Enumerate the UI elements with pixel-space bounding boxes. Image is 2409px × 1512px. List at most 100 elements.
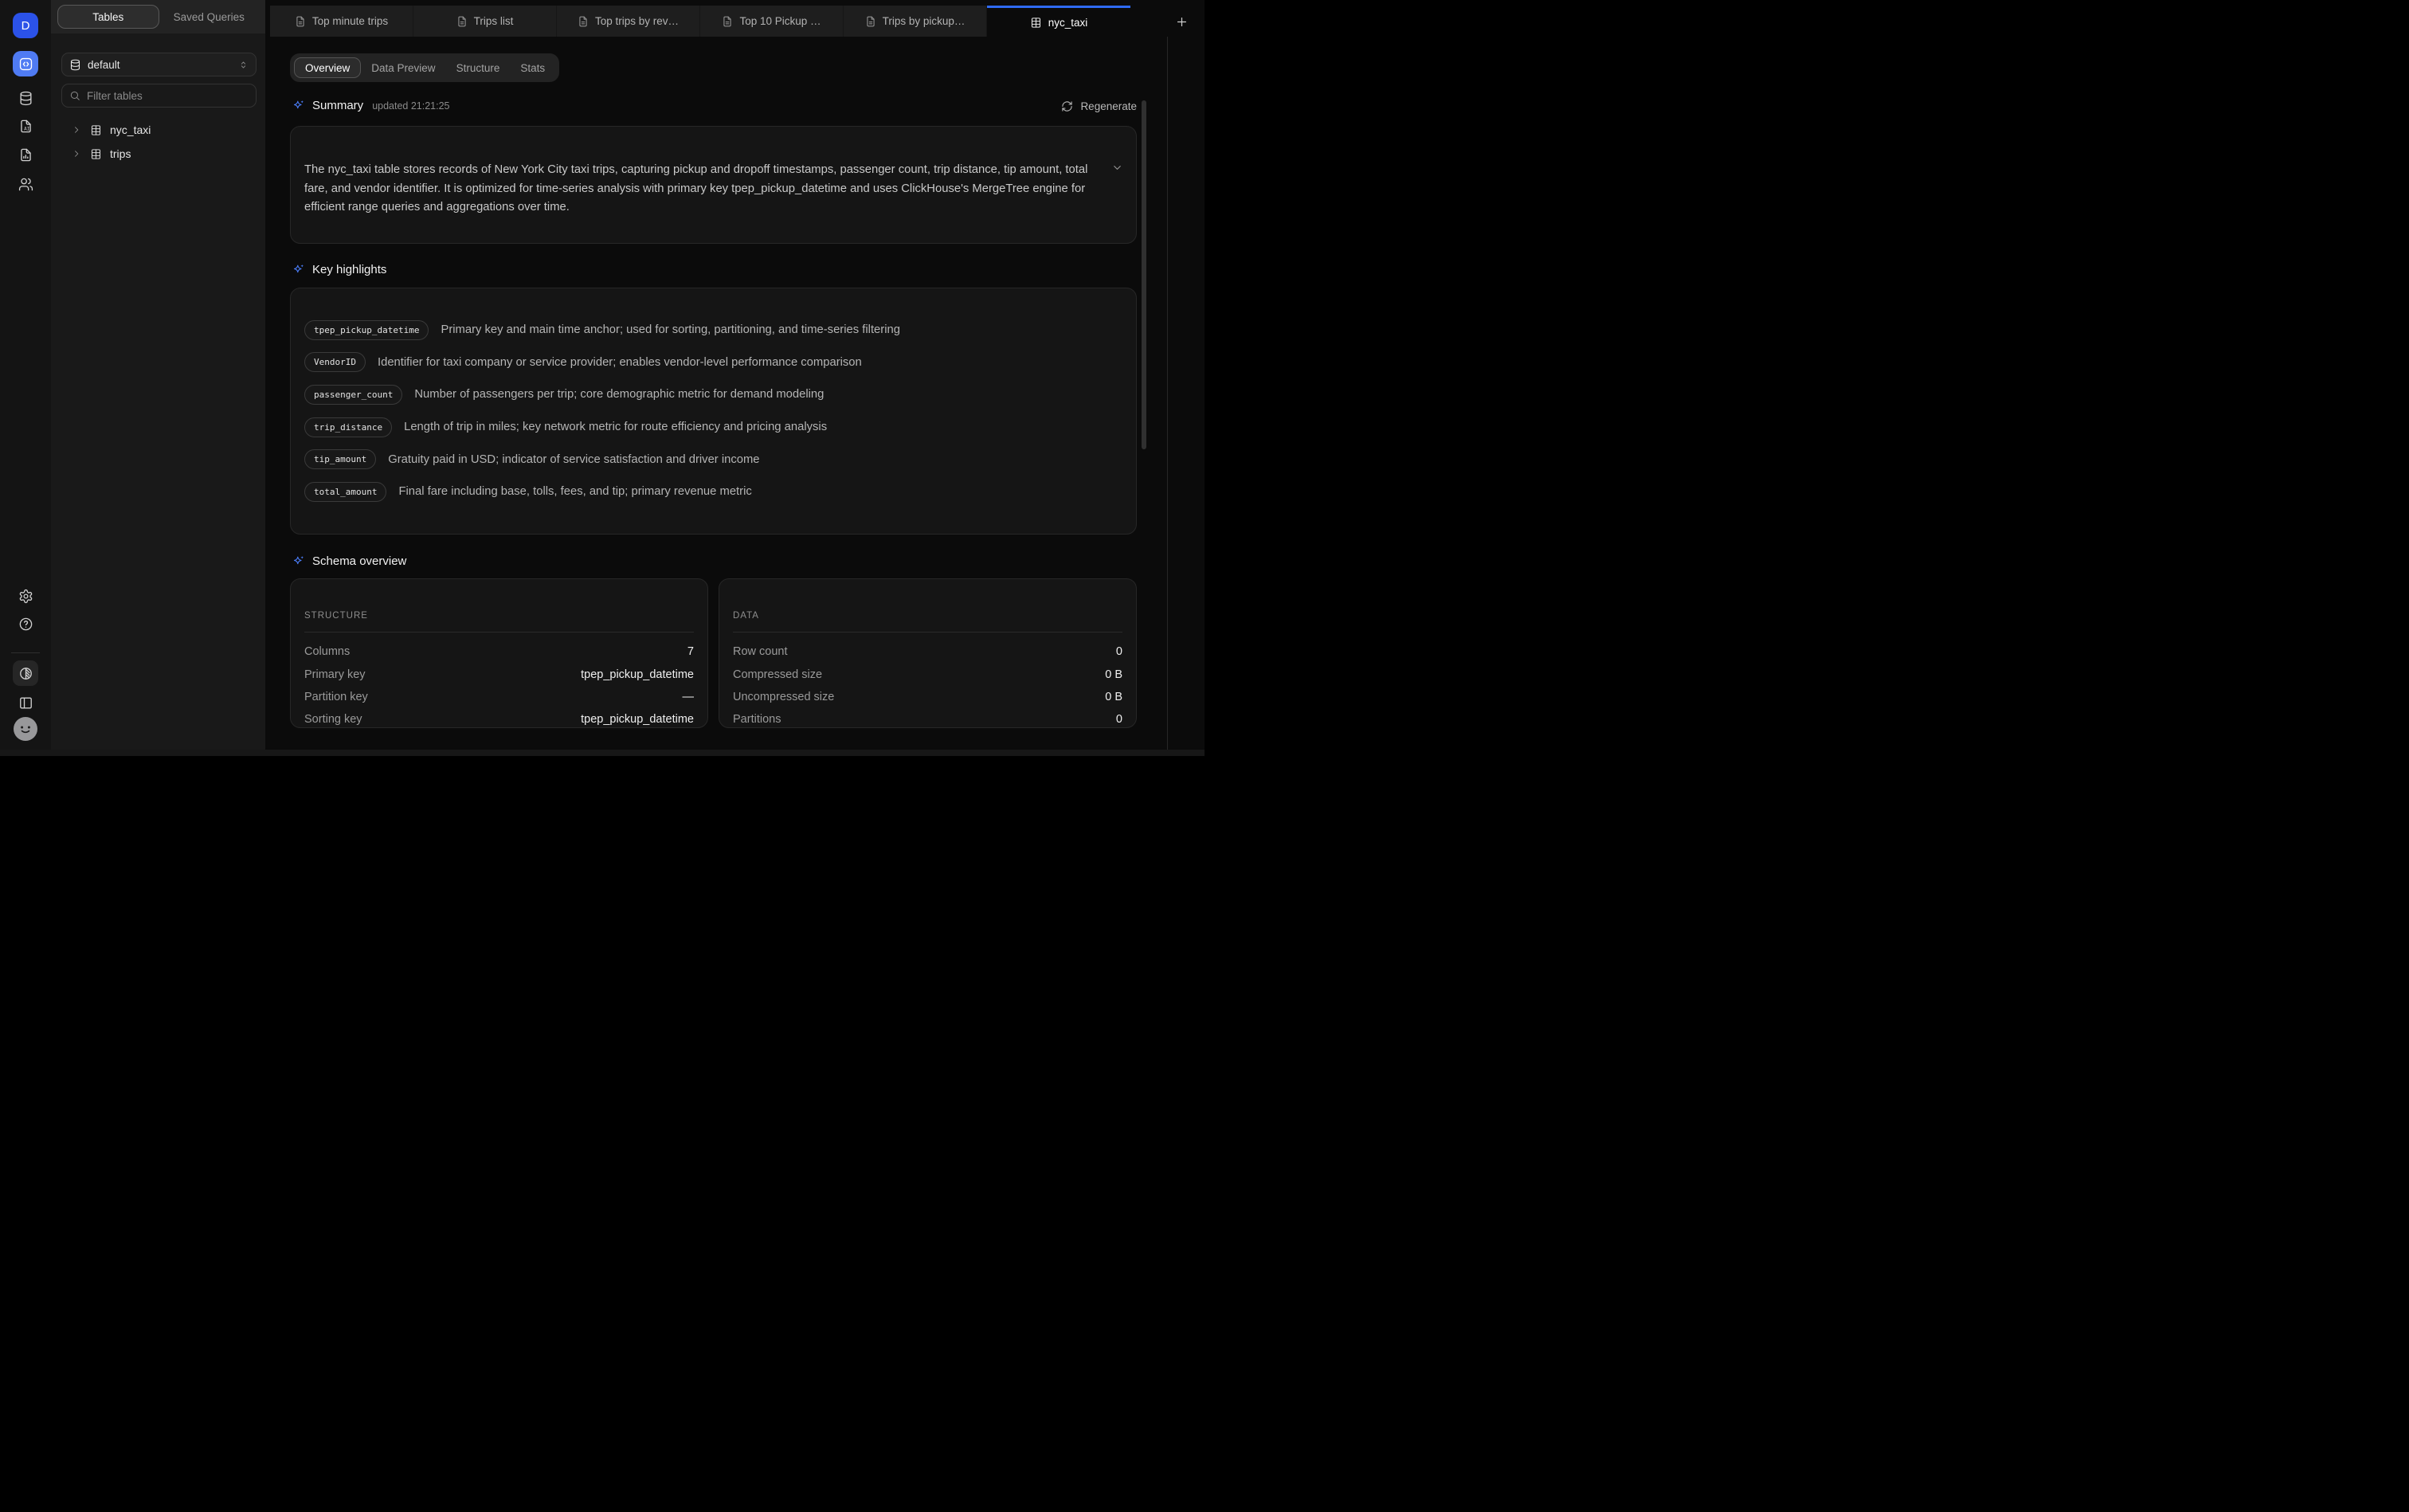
stat-value: 0 [1116, 713, 1122, 726]
chevron-right-icon[interactable] [72, 149, 81, 159]
stat-label: Uncompressed size [733, 691, 834, 703]
stat-value: — [683, 691, 695, 703]
editor-tab-top-minute-trips[interactable]: Top minute trips [270, 6, 413, 37]
ai-file-icon: AI [18, 119, 33, 134]
column-description: Length of trip in miles; key network met… [404, 421, 827, 433]
column-badge[interactable]: total_amount [304, 482, 386, 502]
filter-tables-input[interactable] [87, 90, 230, 102]
highlight-row: trip_distance Length of trip in miles; k… [304, 411, 1122, 444]
view-tab-label: Stats [520, 62, 545, 74]
structure-card-label: STRUCTURE [304, 611, 368, 621]
user-avatar[interactable] [13, 716, 38, 742]
column-description: Number of passengers per trip; core demo… [414, 388, 824, 401]
editor-tab-label: Top 10 Pickup … [739, 15, 821, 27]
document-icon [295, 16, 306, 27]
stat-row-compressed-size: Compressed size 0 B [733, 663, 1122, 685]
rail-item-ai-queries[interactable]: AI [13, 113, 38, 139]
view-tab-overview[interactable]: Overview [294, 57, 361, 78]
vertical-scrollbar[interactable] [1142, 100, 1146, 449]
sidebar-tab-saved-queries-label: Saved Queries [174, 11, 245, 23]
highlight-row: tpep_pickup_datetime Primary key and mai… [304, 314, 1122, 347]
summary-title: Summary [312, 99, 363, 112]
stat-row-partitions: Partitions 0 [733, 708, 1122, 731]
table-icon [1030, 17, 1042, 29]
rail-item-help[interactable] [13, 611, 38, 637]
document-icon [722, 16, 733, 27]
rail-item-databases[interactable] [13, 85, 38, 111]
view-tab-label: Overview [305, 62, 350, 74]
divider [733, 632, 1122, 633]
data-card: DATA Row count 0 Compressed size 0 B Unc… [719, 578, 1137, 728]
app-window: D AI [0, 0, 1204, 756]
summary-updated-timestamp: updated 21:21:25 [372, 100, 449, 112]
rail-item-settings[interactable] [13, 583, 38, 609]
stat-value: 0 B [1105, 668, 1122, 681]
theme-toggle-button[interactable] [13, 660, 38, 686]
editor-tab-label: Top trips by rev… [595, 15, 679, 27]
editor-tab-nyc-taxi-active[interactable]: nyc_taxi [987, 6, 1130, 37]
schema-section-header: Schema overview [292, 554, 406, 568]
editor-tab-label: nyc_taxi [1048, 17, 1088, 29]
stat-row-primary-key: Primary key tpep_pickup_datetime [304, 663, 694, 685]
database-selector[interactable]: default [61, 53, 257, 76]
workspace-avatar[interactable]: D [13, 13, 38, 38]
table-icon [90, 148, 102, 160]
code-console-icon [18, 57, 33, 72]
stat-value: 0 B [1105, 691, 1122, 703]
summary-text: The nyc_taxi table stores records of New… [304, 161, 1114, 217]
editor-tab-label: Trips list [474, 15, 514, 27]
table-icon [90, 124, 102, 136]
stat-label: Primary key [304, 668, 366, 681]
view-tab-structure[interactable]: Structure [446, 57, 511, 78]
view-tab-stats[interactable]: Stats [510, 57, 555, 78]
collapse-chevron-down-icon[interactable] [1111, 162, 1123, 174]
column-badge[interactable]: trip_distance [304, 417, 392, 437]
editor-tab-trips-list[interactable]: Trips list [413, 6, 557, 37]
document-icon [456, 16, 468, 27]
stat-label: Row count [733, 645, 788, 658]
view-tab-data-preview[interactable]: Data Preview [361, 57, 445, 78]
svg-text:AI: AI [24, 126, 29, 131]
regenerate-label: Regenerate [1080, 100, 1137, 112]
gear-icon [18, 589, 33, 604]
rail-item-members[interactable] [13, 171, 38, 197]
users-icon [18, 177, 33, 192]
rail-item-sql-console[interactable] [13, 51, 38, 76]
editor-tab-top-10-pickup[interactable]: Top 10 Pickup … [700, 6, 844, 37]
new-tab-button[interactable] [1173, 14, 1189, 29]
document-icon [578, 16, 589, 27]
editor-tab-top-trips-by-revenue[interactable]: Top trips by rev… [557, 6, 700, 37]
sidebar-toggle-button[interactable] [13, 690, 38, 715]
rail-item-reports[interactable] [13, 142, 38, 167]
table-tree-item-nyc-taxi[interactable]: nyc_taxi [61, 119, 257, 140]
table-tree-item-trips[interactable]: trips [61, 143, 257, 164]
report-file-icon [18, 147, 33, 163]
app-rail: D AI [0, 0, 51, 750]
structure-card: STRUCTURE Columns 7 Primary key tpep_pic… [290, 578, 708, 728]
stat-label: Partition key [304, 691, 368, 703]
stat-row-partition-key: Partition key — [304, 686, 694, 708]
sidebar-tab-tables[interactable]: Tables [57, 5, 159, 29]
sidebar-tab-saved-queries[interactable]: Saved Queries [159, 5, 260, 29]
column-badge[interactable]: VendorID [304, 352, 366, 372]
ai-sparkle-icon [292, 263, 305, 276]
column-badge[interactable]: tpep_pickup_datetime [304, 320, 429, 340]
highlights-section-header: Key highlights [292, 263, 386, 276]
database-selector-value: default [88, 59, 238, 71]
stat-value: 7 [687, 645, 694, 658]
stat-row-row-count: Row count 0 [733, 640, 1122, 663]
stat-row-uncompressed-size: Uncompressed size 0 B [733, 686, 1122, 708]
view-tabs: Overview Data Preview Structure Stats [290, 53, 559, 82]
document-icon [865, 16, 876, 27]
highlight-row: total_amount Final fare including base, … [304, 476, 1122, 508]
filter-tables-field[interactable] [61, 84, 257, 108]
database-icon [69, 59, 81, 71]
regenerate-button[interactable]: Regenerate [1050, 99, 1137, 113]
stat-label: Partitions [733, 713, 781, 726]
editor-tab-trips-by-pickup[interactable]: Trips by pickup… [844, 6, 987, 37]
content-right-border [1167, 37, 1168, 750]
column-badge[interactable]: tip_amount [304, 449, 376, 469]
column-badge[interactable]: passenger_count [304, 385, 402, 405]
chevron-right-icon[interactable] [72, 125, 81, 135]
plus-icon [1175, 15, 1189, 29]
